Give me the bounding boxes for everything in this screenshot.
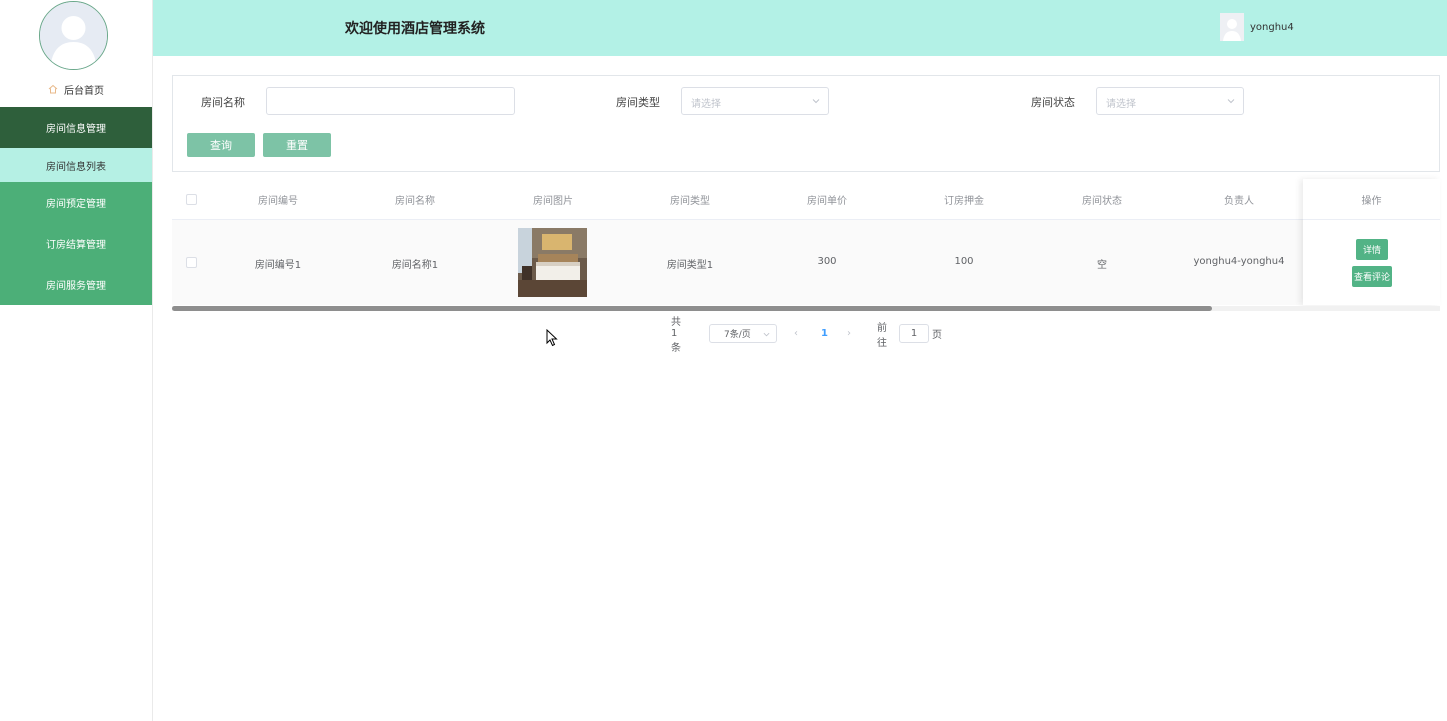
cell-room-name: 房间名称1: [391, 260, 439, 271]
goto-label: 前往: [877, 322, 887, 349]
column-header: 房间状态: [1082, 196, 1122, 207]
cell-room-no: 房间编号1: [254, 260, 302, 271]
column-header: 操作: [1361, 196, 1382, 207]
avatar: [39, 1, 108, 70]
reset-button[interactable]: 重置: [263, 133, 331, 157]
column-header: 订房押金: [944, 196, 984, 207]
sidebar: 后台首页 房间信息管理 房间信息列表 房间预定管理 订房结算管理 房间服务管理: [0, 0, 153, 721]
sidebar-menu: 房间信息管理 房间信息列表 房间预定管理 订房结算管理 房间服务管理: [0, 107, 152, 305]
cell-manager: yonghu4-yonghu4: [1193, 256, 1285, 267]
column-header: 房间编号: [258, 196, 298, 207]
column-header: 房间名称: [395, 196, 435, 207]
room-image: [518, 228, 587, 297]
prev-page-button[interactable]: ‹: [794, 324, 798, 343]
select-all-checkbox[interactable]: [186, 194, 197, 205]
view-comments-button[interactable]: 查看评论: [1352, 266, 1392, 287]
room-type-placeholder: 请选择: [691, 99, 721, 110]
horizontal-scrollbar-thumb[interactable]: [172, 306, 1212, 311]
room-name-input[interactable]: [266, 87, 515, 115]
page-size-value: 7条/页: [724, 330, 751, 340]
room-status-select[interactable]: 请选择: [1096, 87, 1244, 115]
search-panel: 房间名称 房间类型 请选择 房间状态 请选择 查询 重置: [172, 75, 1440, 172]
cell-status: 空: [1097, 260, 1107, 271]
room-status-label: 房间状态: [1031, 96, 1075, 109]
user-avatar-icon: [1220, 13, 1244, 41]
room-table: 房间编号 房间名称 房间图片 房间类型 房间单价 订房押金 房间状态 负责人 房…: [172, 179, 1440, 311]
cell-room-type: 房间类型1: [666, 260, 714, 271]
query-button[interactable]: 查询: [187, 133, 255, 157]
column-header: 负责人: [1224, 196, 1254, 207]
detail-button[interactable]: 详情: [1356, 239, 1388, 260]
sidebar-item-room-info-list[interactable]: 房间信息列表: [0, 148, 152, 182]
divider: [1303, 219, 1440, 220]
sidebar-item-label: 房间预定管理: [46, 199, 106, 210]
room-name-label: 房间名称: [201, 96, 245, 109]
sidebar-item-label: 订房结算管理: [46, 240, 106, 251]
chevron-down-icon: [763, 332, 770, 337]
goto-page-input[interactable]: 1: [899, 324, 929, 343]
column-header: 房间类型: [670, 196, 710, 207]
room-type-label: 房间类型: [616, 96, 660, 109]
home-icon: [48, 84, 58, 94]
sidebar-item-room-booking-management[interactable]: 房间预定管理: [0, 182, 152, 223]
page-size-select[interactable]: 7条/页: [709, 324, 777, 343]
sidebar-item-checkout-management[interactable]: 订房结算管理: [0, 223, 152, 264]
sidebar-item-label: 房间服务管理: [46, 281, 106, 292]
sidebar-item-label: 房间信息列表: [46, 161, 106, 173]
row-checkbox[interactable]: [186, 257, 197, 268]
user-menu[interactable]: yonghu4: [1220, 13, 1294, 41]
home-link[interactable]: 后台首页: [0, 80, 152, 98]
room-status-placeholder: 请选择: [1106, 99, 1136, 110]
column-header: 房间图片: [533, 196, 573, 207]
page-number-current[interactable]: 1: [821, 324, 828, 343]
top-header: 欢迎使用酒店管理系统 yonghu4: [153, 0, 1447, 56]
home-link-label: 后台首页: [64, 85, 104, 97]
total-count: 共 1 条: [671, 317, 681, 354]
sidebar-item-label: 房间信息管理: [46, 124, 106, 135]
page-title: 欢迎使用酒店管理系统: [345, 21, 485, 37]
sidebar-item-room-info-management[interactable]: 房间信息管理: [0, 107, 152, 148]
mouse-cursor-icon: [546, 329, 558, 347]
cell-deposit: 100: [954, 256, 974, 267]
room-type-select[interactable]: 请选择: [681, 87, 829, 115]
table-header: 房间编号 房间名称 房间图片 房间类型 房间单价 订房押金 房间状态 负责人: [172, 179, 1440, 220]
user-silhouette-icon: [40, 2, 107, 69]
username: yonghu4: [1250, 21, 1294, 33]
table-row: 房间编号1 房间名称1 房间类型1 300 100 空 yonghu4-yong…: [172, 220, 1440, 305]
next-page-button[interactable]: ›: [847, 324, 851, 343]
actions-column: 操作 详情 查看评论: [1303, 179, 1440, 305]
chevron-down-icon: [812, 99, 820, 104]
column-header: 房间单价: [807, 196, 847, 207]
sidebar-item-room-service-management[interactable]: 房间服务管理: [0, 264, 152, 305]
hotel-room-photo: [518, 228, 587, 297]
page-suffix: 页: [932, 330, 942, 341]
cell-price: 300: [817, 256, 837, 267]
chevron-down-icon: [1227, 99, 1235, 104]
